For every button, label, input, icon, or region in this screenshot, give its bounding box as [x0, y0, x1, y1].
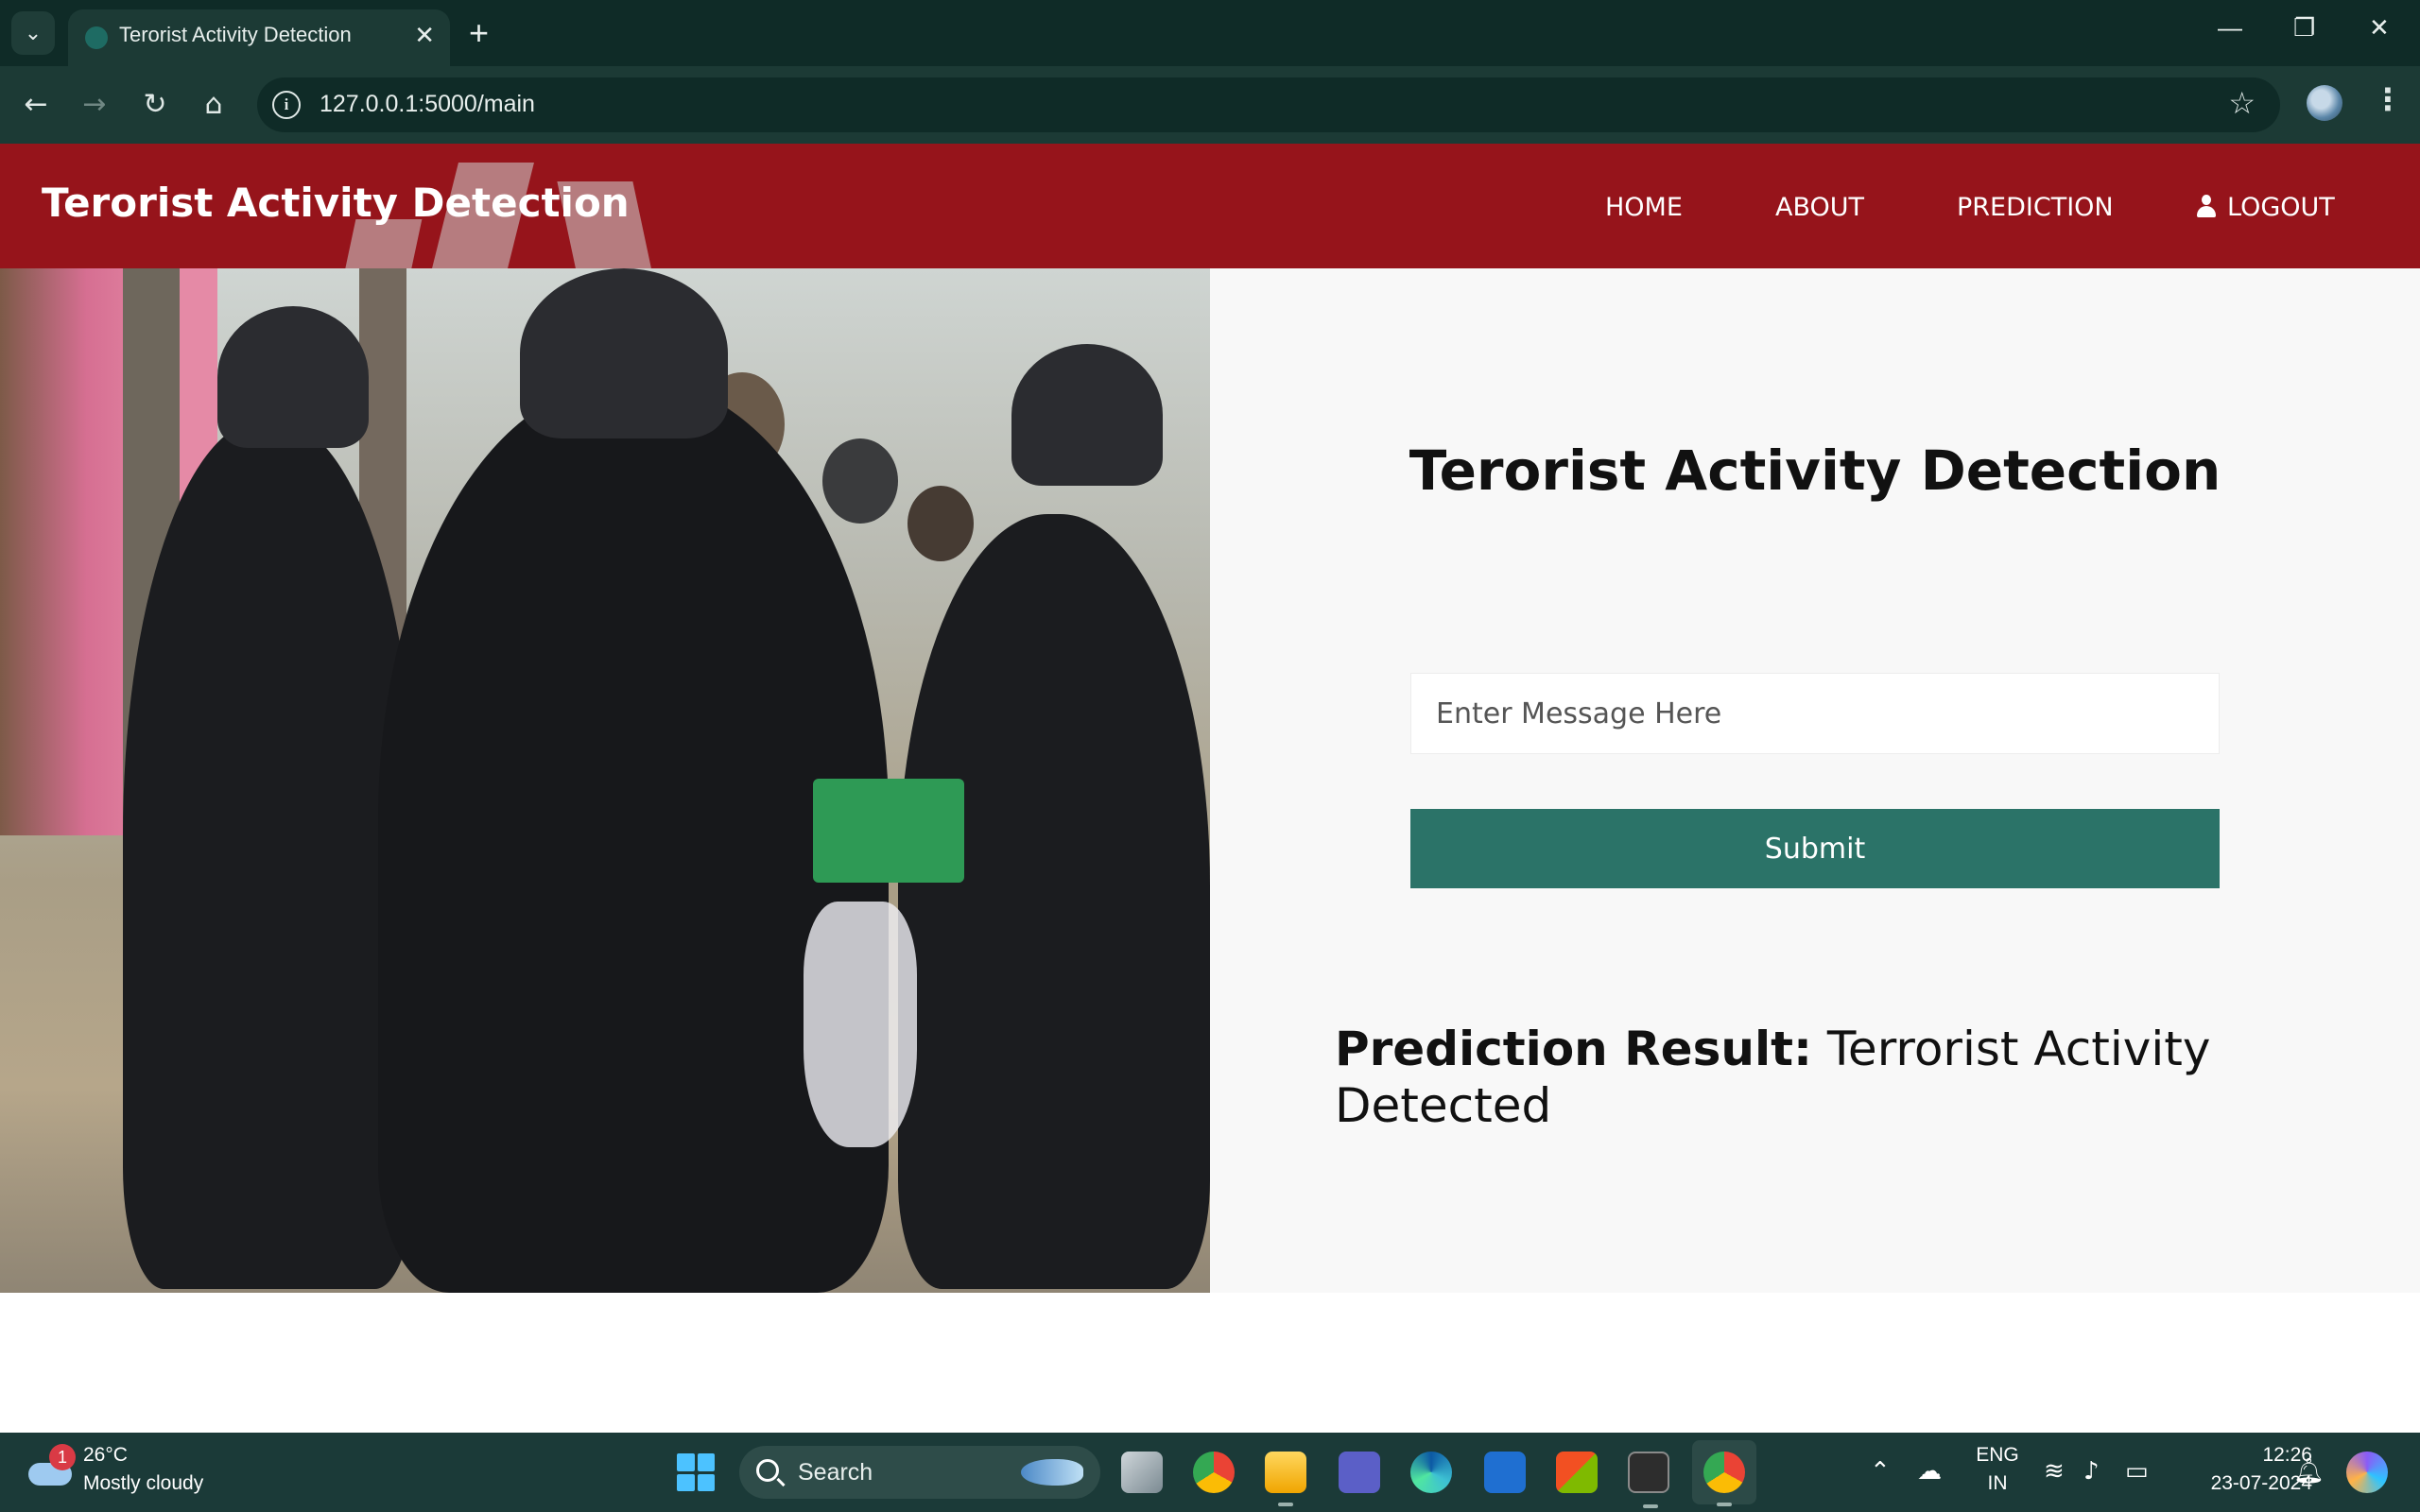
language-line2[interactable]: IN	[1976, 1472, 2019, 1495]
message-input[interactable]	[1410, 673, 2220, 754]
weather-badge: 1	[49, 1444, 76, 1470]
battery-icon[interactable]: ▭	[2125, 1457, 2149, 1486]
new-tab-button[interactable]: +	[469, 13, 489, 53]
notification-bell-icon[interactable]: 🔔︎	[2293, 1457, 2325, 1486]
chevron-down-icon: ⌄	[24, 21, 43, 45]
browser-menu-icon[interactable]: ⋮	[2373, 81, 2403, 117]
tab-close-icon[interactable]: ✕	[414, 21, 435, 50]
minimize-icon[interactable]: —	[2218, 13, 2242, 43]
address-bar[interactable]: i 127.0.0.1:5000/main ☆	[257, 77, 2280, 132]
search-icon	[756, 1459, 779, 1482]
reload-icon[interactable]: ↻	[136, 85, 174, 123]
favicon-icon	[85, 26, 108, 49]
site-info-icon[interactable]: i	[272, 91, 301, 119]
profile-avatar[interactable]	[2307, 85, 2342, 121]
tab-search-button[interactable]: ⌄	[11, 11, 55, 55]
nav-logout[interactable]: LOGOUT	[2197, 193, 2335, 222]
onedrive-icon[interactable]: ☁	[1917, 1457, 1942, 1486]
web-page: Terorist Activity Detection HOME ABOUT P…	[0, 144, 2420, 1433]
browser-tabstrip: ⌄ Terorist Activity Detection ✕ + — ❐ ✕	[0, 0, 2420, 66]
submit-button[interactable]: Submit	[1410, 809, 2220, 888]
teams-icon[interactable]	[1339, 1452, 1380, 1493]
tray-overflow-chevron-icon[interactable]: ⌃	[1870, 1457, 1891, 1486]
nav-logout-label: LOGOUT	[2227, 193, 2335, 222]
file-explorer-icon[interactable]	[1265, 1452, 1306, 1506]
browser-toolbar: ← → ↻ ⌂ i 127.0.0.1:5000/main ☆ ⋮	[0, 66, 2420, 144]
user-icon	[2197, 195, 2216, 217]
volume-icon[interactable]: ♪	[2083, 1457, 2100, 1486]
windows-start-icon[interactable]	[677, 1453, 715, 1491]
weather-condition[interactable]: Mostly cloudy	[83, 1472, 203, 1495]
prediction-result-label: Prediction Result:	[1335, 1022, 1812, 1076]
weather-temperature[interactable]: 26°C	[83, 1444, 128, 1467]
bookmark-star-icon[interactable]: ☆	[2228, 85, 2256, 121]
window-close-icon[interactable]: ✕	[2369, 13, 2390, 43]
home-icon[interactable]: ⌂	[195, 85, 233, 123]
restore-icon[interactable]: ❐	[2293, 13, 2315, 43]
copilot-icon[interactable]	[2346, 1452, 2388, 1493]
chrome-icon[interactable]	[1193, 1452, 1235, 1493]
prediction-result: Prediction Result: Terrorist Activity De…	[1335, 1021, 2223, 1134]
language-line1[interactable]: ENG	[1976, 1444, 2019, 1467]
forward-arrow-icon[interactable]: →	[76, 85, 113, 123]
clock-time[interactable]: 12:26	[2170, 1444, 2312, 1467]
wifi-icon[interactable]: ≋	[2044, 1457, 2065, 1486]
address-url[interactable]: 127.0.0.1:5000/main	[320, 91, 535, 118]
weather-widget[interactable]: 1	[28, 1444, 76, 1486]
tab-title: Terorist Activity Detection	[119, 23, 352, 46]
taskbar-search-label: Search	[798, 1459, 873, 1486]
nav-home[interactable]: HOME	[1605, 193, 1683, 222]
nav-about[interactable]: ABOUT	[1775, 193, 1864, 222]
site-brand[interactable]: Terorist Activity Detection	[42, 180, 630, 226]
site-header: Terorist Activity Detection HOME ABOUT P…	[0, 144, 2420, 268]
nav-prediction[interactable]: PREDICTION	[1957, 193, 2114, 222]
task-view-icon[interactable]	[1121, 1452, 1163, 1493]
chrome-profile-icon[interactable]	[1703, 1452, 1745, 1506]
browser-tab[interactable]: Terorist Activity Detection ✕	[68, 9, 450, 66]
hero-photo	[0, 268, 1210, 1293]
edge-icon[interactable]	[1410, 1452, 1452, 1493]
taskbar: 1 26°C Mostly cloudy Search ⌃ ☁ ENG IN ≋…	[0, 1433, 2420, 1512]
back-arrow-icon[interactable]: ←	[17, 85, 55, 123]
form-title: Terorist Activity Detection	[1409, 438, 2221, 503]
mail-icon[interactable]	[1484, 1452, 1526, 1493]
store-icon[interactable]	[1556, 1452, 1598, 1493]
clock-date[interactable]: 23-07-2024	[2170, 1472, 2312, 1495]
terminal-icon[interactable]	[1628, 1452, 1669, 1508]
taskbar-search[interactable]: Search	[739, 1446, 1100, 1499]
prediction-form-panel: Terorist Activity Detection Submit Predi…	[1210, 268, 2420, 1293]
search-highlight-icon	[1021, 1459, 1083, 1486]
